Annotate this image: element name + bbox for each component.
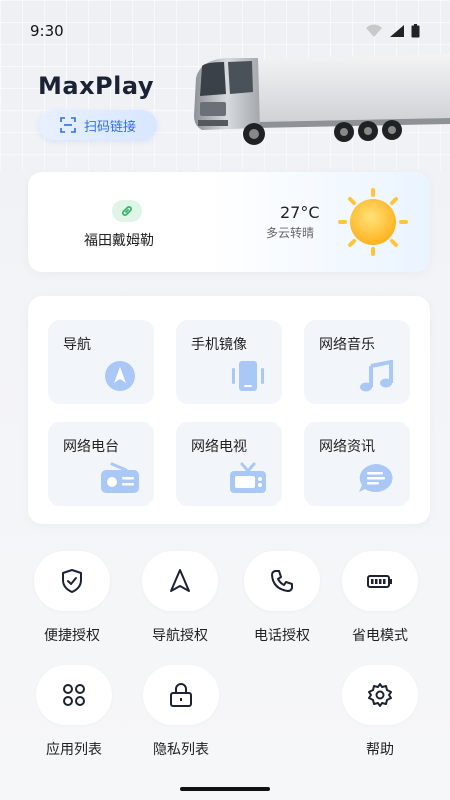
gear-icon (368, 683, 392, 707)
action-circle[interactable] (143, 665, 219, 725)
tv-icon (230, 462, 266, 493)
weather-card[interactable]: 福田戴姆勒 27°C 多云转晴 (28, 172, 430, 272)
action-circle[interactable] (244, 551, 320, 611)
battery-icon (367, 575, 392, 588)
action-label: 便捷授权 (44, 628, 100, 644)
action-phone-authorize[interactable]: 电话授权 (232, 551, 332, 645)
app-label: 网络电视 (191, 439, 247, 455)
app-tile-online-news[interactable]: 网络资讯 (304, 422, 410, 506)
news-bubble-icon (359, 464, 393, 492)
status-time: 9:30 (30, 22, 64, 40)
link-icon (122, 206, 132, 216)
scan-link-button[interactable]: 扫码链接 (39, 110, 157, 140)
scan-icon (60, 117, 76, 133)
connected-device-name: 福田戴姆勒 (84, 233, 154, 249)
app-tile-phone-mirror[interactable]: 手机镜像 (176, 320, 282, 404)
action-circle[interactable] (342, 665, 418, 725)
app-tile-online-radio[interactable]: 网络电台 (48, 422, 154, 506)
app-tile-navigation[interactable]: 导航 (48, 320, 154, 404)
navigation-icon (170, 569, 190, 592)
app-tile-online-tv[interactable]: 网络电视 (176, 422, 282, 506)
action-circle[interactable] (34, 551, 110, 611)
status-icons (365, 24, 420, 38)
app-label: 手机镜像 (191, 337, 247, 353)
action-label: 电话授权 (254, 628, 310, 644)
action-help[interactable]: 帮助 (330, 665, 430, 759)
action-app-list[interactable]: 应用列表 (24, 665, 124, 759)
action-navigation-authorize[interactable]: 导航授权 (130, 551, 230, 645)
temperature: 27°C (280, 203, 320, 222)
apps-grid-icon (63, 684, 85, 706)
wifi-icon (366, 24, 382, 37)
music-note-icon (360, 360, 393, 392)
action-circle[interactable] (142, 551, 218, 611)
shield-check-icon (62, 569, 82, 593)
apps-card: 导航 手机镜像 网络音乐 网络电台 网络电视 网络资讯 (28, 296, 430, 524)
navigation-arrow-icon (105, 361, 135, 391)
app-label: 导航 (63, 337, 91, 353)
action-privacy-list[interactable]: 隐私列表 (131, 665, 231, 759)
action-label: 隐私列表 (153, 742, 209, 758)
action-quick-authorize[interactable]: 便捷授权 (22, 551, 122, 645)
lock-icon (170, 683, 192, 707)
app-label: 网络音乐 (319, 337, 375, 353)
connection-badge (112, 200, 142, 222)
app-tile-online-music[interactable]: 网络音乐 (304, 320, 410, 404)
action-label: 帮助 (366, 742, 394, 758)
phone-icon (271, 570, 293, 592)
sun-icon (338, 188, 408, 256)
app-label: 网络电台 (63, 439, 119, 455)
home-indicator[interactable] (180, 787, 270, 791)
scan-link-label: 扫码链接 (83, 119, 136, 135)
battery-status-icon (411, 24, 420, 38)
app-brand-title: MaxPlay (38, 72, 154, 100)
truck-illustration (194, 54, 450, 145)
action-label: 应用列表 (46, 742, 102, 758)
action-circle[interactable] (342, 551, 418, 611)
action-power-saving-mode[interactable]: 省电模式 (330, 551, 430, 645)
action-label: 省电模式 (352, 628, 408, 644)
cellular-signal-icon (390, 25, 404, 37)
weather-condition: 多云转晴 (266, 226, 315, 240)
app-label: 网络资讯 (319, 439, 375, 455)
action-circle[interactable] (36, 665, 112, 725)
action-label: 导航授权 (152, 628, 208, 644)
radio-icon (101, 462, 139, 493)
phone-mirror-icon (232, 361, 264, 391)
